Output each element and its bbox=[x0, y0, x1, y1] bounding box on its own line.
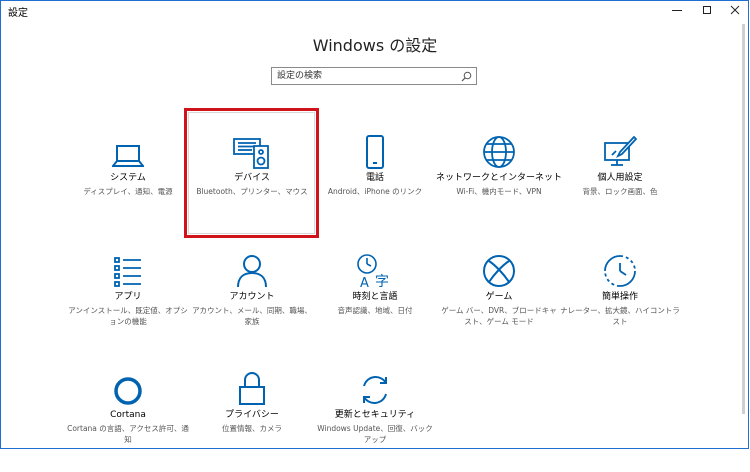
page-title: Windows の設定 bbox=[312, 36, 438, 55]
svg-text:A: A bbox=[360, 276, 369, 289]
globe-icon bbox=[434, 130, 564, 170]
tile-label: 更新とセキュリティ bbox=[334, 410, 416, 420]
tile-network[interactable]: ネットワークとインターネット Wi-Fi、機内モード、VPN bbox=[434, 130, 564, 235]
tile-phone[interactable]: 電話 Android、iPhone のリンク bbox=[310, 130, 440, 235]
tile-gaming[interactable]: ゲーム ゲーム バー、DVR、ブロードキャスト、ゲーム モード bbox=[434, 249, 564, 354]
maximize-button[interactable] bbox=[692, 0, 722, 20]
scrollbar[interactable] bbox=[742, 24, 745, 414]
tile-label: アプリ bbox=[114, 292, 142, 302]
tile-personalization[interactable]: 個人用設定 背景、ロック画面、色 bbox=[555, 130, 685, 235]
tile-label: 簡単操作 bbox=[601, 292, 638, 302]
phone-icon bbox=[310, 130, 440, 170]
time-language-icon: A 字 bbox=[310, 249, 440, 289]
tile-description: 位置情報、カメラ bbox=[222, 424, 282, 433]
apps-list-icon bbox=[63, 249, 193, 289]
tile-apps[interactable]: アプリ アンインストール、既定値、オプションの機能 bbox=[63, 249, 193, 354]
maximize-icon bbox=[703, 6, 711, 14]
personalization-icon bbox=[555, 130, 685, 170]
tile-description: Windows Update、回復、バックアップ bbox=[317, 424, 433, 444]
tile-description: Bluetooth、プリンター、マウス bbox=[196, 187, 308, 196]
ease-of-access-icon bbox=[555, 249, 685, 289]
tile-label: 時刻と言語 bbox=[352, 292, 398, 302]
tile-accounts[interactable]: アカウント アカウント、メール、同期、職場、家族 bbox=[187, 249, 317, 354]
person-icon bbox=[187, 249, 317, 289]
title-bar: 設定 bbox=[0, 0, 750, 22]
xbox-icon bbox=[434, 249, 564, 289]
tile-update-security[interactable]: 更新とセキュリティ Windows Update、回復、バックアップ bbox=[310, 367, 440, 472]
close-icon bbox=[730, 5, 740, 15]
tile-label: ゲーム bbox=[485, 292, 513, 302]
minimize-icon bbox=[672, 10, 682, 11]
tile-label: デバイス bbox=[234, 173, 270, 183]
tile-privacy[interactable]: プライバシー 位置情報、カメラ bbox=[187, 367, 317, 472]
tile-devices[interactable]: デバイス Bluetooth、プリンター、マウス bbox=[187, 130, 317, 235]
search-input[interactable] bbox=[277, 69, 457, 83]
lock-icon bbox=[187, 367, 317, 407]
tile-label: 電話 bbox=[365, 173, 384, 183]
search-box[interactable] bbox=[271, 67, 477, 85]
tile-description: アカウント、メール、同期、職場、家族 bbox=[192, 306, 312, 326]
minimize-button[interactable] bbox=[662, 0, 692, 20]
close-button[interactable] bbox=[720, 0, 750, 20]
tile-time-language[interactable]: A 字 時刻と言語 音声認識、地域、日付 bbox=[310, 249, 440, 354]
svg-text:字: 字 bbox=[375, 274, 389, 289]
tile-label: プライバシー bbox=[225, 410, 279, 420]
update-icon bbox=[310, 367, 440, 407]
tile-ease-of-access[interactable]: 簡単操作 ナレーター、拡大鏡、ハイコントラスト bbox=[555, 249, 685, 354]
tile-label: Cortana bbox=[110, 410, 146, 420]
tile-label: 個人用設定 bbox=[597, 173, 643, 183]
tile-description: 音声認識、地域、日付 bbox=[337, 306, 413, 315]
search-icon bbox=[461, 71, 472, 82]
tile-system[interactable]: システム ディスプレイ、通知、電源 bbox=[63, 130, 193, 235]
tile-cortana[interactable]: Cortana Cortana の言語、アクセス許可、通知 bbox=[63, 367, 193, 472]
tile-description: アンインストール、既定値、オプションの機能 bbox=[68, 306, 188, 326]
cortana-icon bbox=[63, 367, 193, 407]
tile-label: ネットワークとインターネット bbox=[435, 173, 562, 183]
tile-description: ゲーム バー、DVR、ブロードキャスト、ゲーム モード bbox=[441, 306, 557, 326]
tile-description: Wi-Fi、機内モード、VPN bbox=[456, 187, 542, 196]
app-title: 設定 bbox=[8, 8, 28, 19]
tile-description: ナレーター、拡大鏡、ハイコントラスト bbox=[560, 306, 680, 326]
tile-description: ディスプレイ、通知、電源 bbox=[83, 187, 173, 196]
tile-label: アカウント bbox=[229, 292, 275, 302]
devices-icon bbox=[187, 130, 317, 170]
tile-label: システム bbox=[110, 173, 146, 183]
tile-description: Cortana の言語、アクセス許可、通知 bbox=[67, 424, 189, 444]
laptop-icon bbox=[63, 130, 193, 170]
tile-description: Android、iPhone のリンク bbox=[327, 187, 423, 196]
tile-description: 背景、ロック画面、色 bbox=[582, 187, 658, 196]
